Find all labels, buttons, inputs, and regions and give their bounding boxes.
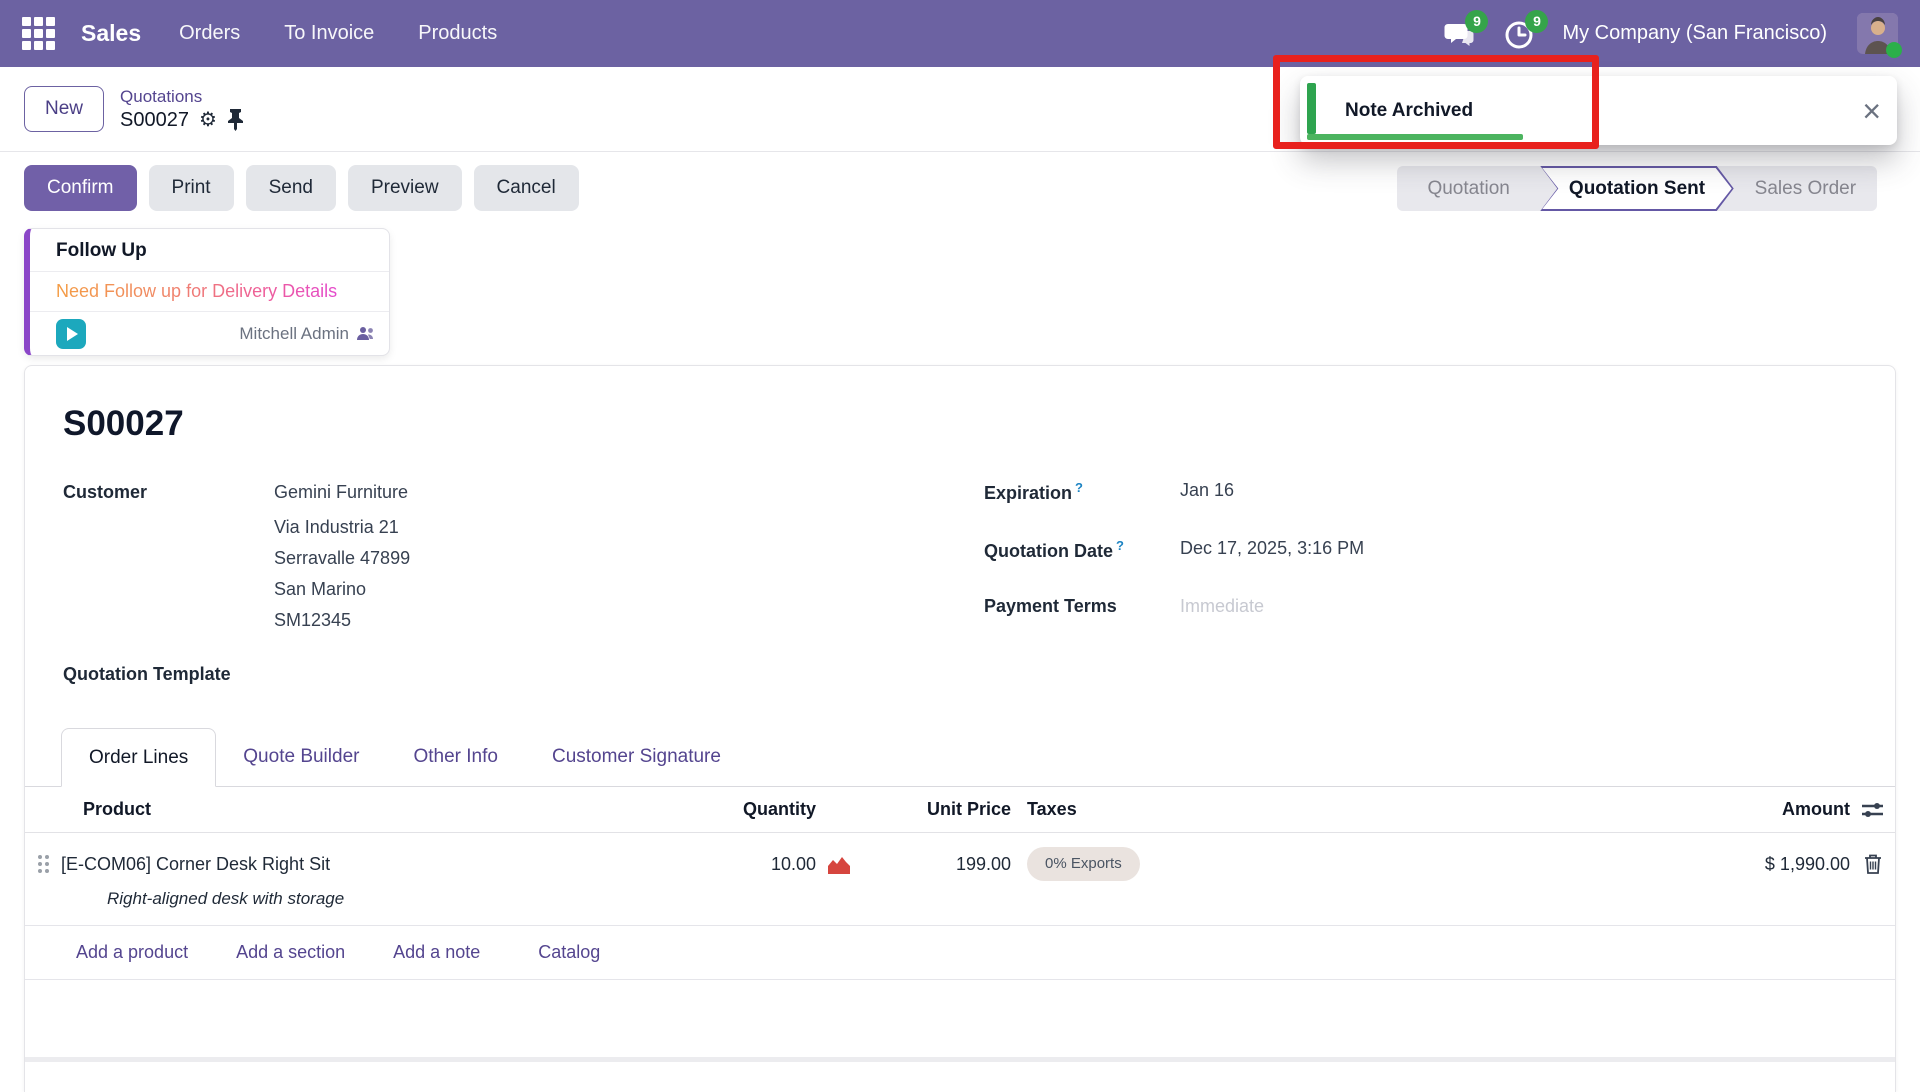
tab-other-info[interactable]: Other Info [386,727,525,786]
record-title: S00027 [63,404,1895,444]
users-icon [357,326,375,341]
pin-icon[interactable] [227,109,244,131]
add-product-link[interactable]: Add a product [76,942,188,963]
cell-amount: $ 1,990.00 [1441,854,1850,875]
activities-badge: 9 [1525,10,1548,33]
cell-quantity[interactable]: 10.00 [701,854,816,875]
cell-product[interactable]: [E-COM06] Corner Desk Right Sit [61,854,701,875]
play-icon [67,327,78,341]
menu-to-invoice[interactable]: To Invoice [284,22,374,45]
tab-customer-signature[interactable]: Customer Signature [525,727,748,786]
mark-done-play-button[interactable] [56,319,86,349]
address-line: SM12345 [274,605,410,636]
table-bottom-divider [25,1057,1895,1062]
expiration-field[interactable]: Jan 16 [1180,480,1234,504]
followup-activity-link[interactable]: Need Follow up for Delivery Details [30,271,389,312]
toast-message: Note Archived [1345,100,1473,122]
delete-line-button[interactable] [1863,853,1883,875]
cancel-button[interactable]: Cancel [474,165,579,211]
quotation-date-label: Quotation Date? [984,538,1180,562]
breadcrumb-current: S00027 [120,109,189,132]
payment-terms-label: Payment Terms [984,596,1180,617]
customer-label: Customer [63,480,274,636]
line-description[interactable]: Right-aligned desk with storage [107,889,1895,925]
gear-icon[interactable]: ⚙ [199,110,217,130]
order-line-row: [E-COM06] Corner Desk Right Sit 10.00 19… [25,847,1895,925]
apps-grid-icon[interactable] [22,17,55,50]
top-navbar: Sales Orders To Invoice Products 9 9 My … [0,0,1920,67]
messages-badge: 9 [1465,10,1488,33]
address-line: San Marino [274,574,410,605]
notebook-tabs: Order Lines Quote Builder Other Info Cus… [25,727,1895,787]
preview-button[interactable]: Preview [348,165,462,211]
toast-notification: Note Archived × [1300,76,1897,145]
status-step-quotation-sent[interactable]: Quotation Sent [1540,166,1733,211]
toast-progress-bar [1307,134,1523,140]
action-buttons: Confirm Print Send Preview Cancel [24,165,579,211]
activity-assignee[interactable]: Mitchell Admin [239,324,375,344]
help-icon[interactable]: ? [1116,538,1124,553]
send-button[interactable]: Send [246,165,336,211]
drag-handle[interactable] [38,855,49,873]
messages-button[interactable]: 9 [1442,17,1476,51]
quotation-template-label: Quotation Template [63,664,984,685]
new-button[interactable]: New [24,86,104,132]
confirm-button[interactable]: Confirm [24,165,137,211]
online-status-dot [1886,42,1902,58]
order-lines-footer: Add a product Add a section Add a note C… [25,925,1895,980]
add-section-link[interactable]: Add a section [236,942,345,963]
quotation-date-field[interactable]: Dec 17, 2025, 3:16 PM [1180,538,1364,562]
customer-address: Via Industria 21 Serravalle 47899 San Ma… [274,512,410,636]
breadcrumb-quotations[interactable]: Quotations [120,87,244,107]
column-taxes[interactable]: Taxes [1011,799,1441,820]
clock-icon [1502,38,1536,55]
print-button[interactable]: Print [149,165,234,211]
tab-quote-builder[interactable]: Quote Builder [216,727,386,786]
tab-order-lines[interactable]: Order Lines [61,728,216,787]
column-amount[interactable]: Amount [1441,799,1850,820]
menu-products[interactable]: Products [418,22,497,45]
catalog-link[interactable]: Catalog [538,942,600,963]
payment-terms-field[interactable]: Immediate [1180,596,1264,617]
statusbar: Quotation Quotation Sent Sales Order [1397,166,1877,211]
toast-close-button[interactable]: × [1862,95,1881,127]
quotation-form-sheet: S00027 Customer Gemini Furniture Via Ind… [24,365,1896,1092]
company-switcher[interactable]: My Company (San Francisco) [1562,22,1827,45]
followup-activity-card: Follow Up Need Follow up for Delivery De… [24,228,390,356]
followup-title: Follow Up [30,229,389,271]
user-avatar[interactable] [1857,13,1898,54]
column-unit-price[interactable]: Unit Price [861,799,1011,820]
chat-bubble-icon [1442,38,1476,55]
forecast-chart-icon[interactable] [827,855,851,874]
status-step-quotation[interactable]: Quotation [1397,166,1540,211]
expiration-label: Expiration? [984,480,1180,504]
optional-columns-button[interactable] [1861,799,1884,821]
menu-orders[interactable]: Orders [179,22,240,45]
cell-unit-price[interactable]: 199.00 [861,854,1011,875]
toast-success-bar [1307,83,1316,134]
address-line: Via Industria 21 [274,512,410,543]
address-line: Serravalle 47899 [274,543,410,574]
breadcrumb: Quotations S00027 ⚙ [120,87,244,132]
tax-tag[interactable]: 0% Exports [1027,847,1140,881]
column-product[interactable]: Product [61,799,701,820]
main-menu: Orders To Invoice Products [179,22,497,45]
help-icon[interactable]: ? [1075,480,1083,495]
status-step-sales-order[interactable]: Sales Order [1734,166,1877,211]
order-lines-header: Product Quantity Unit Price Taxes Amount [25,787,1895,833]
app-name[interactable]: Sales [81,20,141,47]
activities-button[interactable]: 9 [1502,17,1536,51]
add-note-link[interactable]: Add a note [393,942,480,963]
column-quantity[interactable]: Quantity [701,799,816,820]
customer-name-field[interactable]: Gemini Furniture [274,480,410,503]
